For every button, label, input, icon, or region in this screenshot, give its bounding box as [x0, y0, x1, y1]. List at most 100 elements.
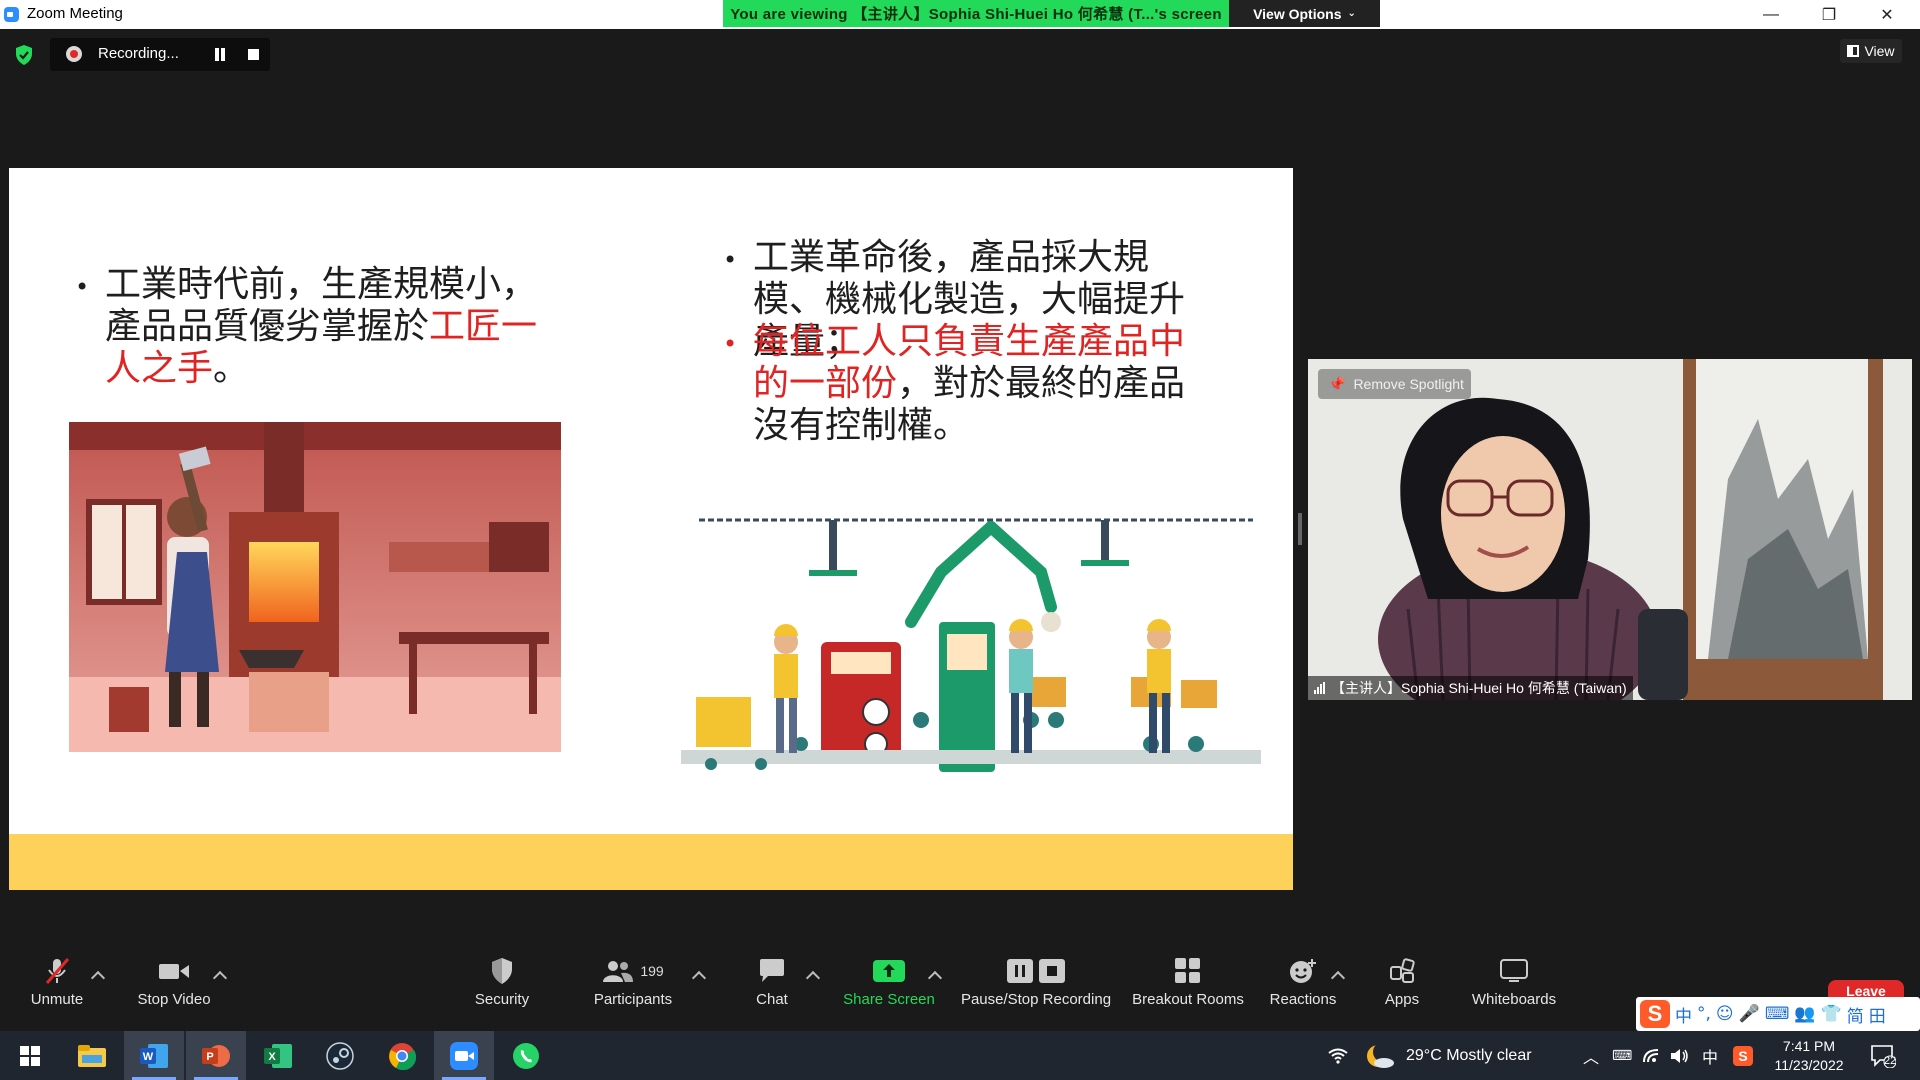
input-language-indicator[interactable]: 中: [1702, 1031, 1718, 1080]
participants-count: 199: [640, 963, 664, 979]
moon-weather-icon: [1367, 1041, 1394, 1068]
participant-name: 【主讲人】Sophia Shi-Huei Ho 何希慧 (Taiwan): [1331, 680, 1627, 696]
breakout-rooms-label: Breakout Rooms: [1132, 991, 1244, 1008]
keyboard-layout-icon[interactable]: ⌨: [1612, 1031, 1632, 1080]
weather-text: 29°C Mostly clear: [1406, 1046, 1532, 1064]
notifications-count: 22: [1884, 1055, 1897, 1067]
file-explorer-icon[interactable]: [62, 1031, 122, 1080]
whatsapp-app-icon[interactable]: [496, 1031, 556, 1080]
craftsman-workshop-illustration: [69, 422, 561, 752]
wifi-icon[interactable]: [1328, 1031, 1348, 1080]
windows-start-icon[interactable]: [0, 1031, 60, 1080]
ime-user-icon[interactable]: 👥: [1794, 1004, 1815, 1024]
chat-button[interactable]: Chat: [742, 951, 802, 1031]
recording-indicator: Recording...: [50, 38, 270, 71]
stop-recording-icon[interactable]: [248, 49, 259, 60]
sogou-tray-icon[interactable]: S: [1733, 1031, 1753, 1080]
recording-label: Recording...: [98, 45, 179, 62]
unmute-button[interactable]: Unmute: [20, 951, 94, 1031]
pause-stop-recording-button[interactable]: Pause/Stop Recording: [958, 951, 1114, 1031]
stop-video-button[interactable]: Stop Video: [132, 951, 216, 1031]
chat-options-caret-icon[interactable]: [805, 970, 821, 986]
powerpoint-app-icon[interactable]: P: [186, 1031, 246, 1080]
zoom-taskbar-icon[interactable]: [434, 1031, 494, 1080]
ime-toolbox-icon[interactable]: 田: [1869, 1002, 1886, 1027]
restore-icon[interactable]: ❐: [1806, 0, 1852, 29]
encryption-shield-icon[interactable]: [15, 45, 33, 65]
share-screen-button[interactable]: Share Screen: [839, 951, 939, 1031]
excel-app-icon[interactable]: X: [248, 1031, 308, 1080]
pause-recording-icon[interactable]: [214, 48, 226, 61]
breakout-rooms-icon: [1175, 951, 1201, 991]
ime-punctuation[interactable]: °,: [1697, 1004, 1711, 1024]
pause-stop-recording-label: Pause/Stop Recording: [960, 991, 1112, 1008]
panel-resize-handle[interactable]: [1298, 513, 1302, 545]
zoom-app-icon: [4, 7, 19, 22]
whiteboards-button[interactable]: Whiteboards: [1466, 951, 1562, 1031]
reactions-label: Reactions: [1269, 991, 1337, 1008]
bullet-point: •: [75, 273, 90, 301]
layout-icon: [1847, 45, 1860, 57]
view-options-button[interactable]: View Options ⌄: [1229, 0, 1380, 27]
network-icon[interactable]: [1642, 1031, 1660, 1080]
security-button[interactable]: Security: [462, 951, 542, 1031]
security-shield-icon: [490, 951, 514, 991]
participant-name-tag: 【主讲人】Sophia Shi-Huei Ho 何希慧 (Taiwan): [1308, 676, 1633, 700]
ime-toolbar: S 中 °, ☺ 🎤 ⌨ 👥 👕 简 田: [1636, 997, 1920, 1031]
bullet-point: •: [723, 246, 738, 274]
reactions-smiley-icon: [1288, 951, 1318, 991]
breakout-rooms-button[interactable]: Breakout Rooms: [1128, 951, 1248, 1031]
pin-icon: 📌: [1328, 375, 1346, 392]
ime-simplified-mode[interactable]: 简: [1847, 1002, 1864, 1027]
muted-mic-icon: [42, 951, 72, 991]
window-title: Zoom Meeting: [27, 5, 123, 22]
steam-app-icon[interactable]: [310, 1031, 370, 1080]
pause-stop-icon: [1007, 951, 1065, 991]
remove-spotlight-button[interactable]: 📌 Remove Spotlight: [1318, 369, 1471, 399]
notifications-icon[interactable]: 22: [1870, 1031, 1896, 1080]
bullet-1-tail: 。: [213, 348, 250, 389]
chrome-app-icon[interactable]: [372, 1031, 432, 1080]
show-hidden-icons-chevron-icon[interactable]: ︿: [1583, 1031, 1599, 1080]
view-label: View: [1864, 43, 1895, 59]
clock-time: 7:41 PM: [1782, 1037, 1836, 1054]
ime-chinese-mode[interactable]: 中: [1675, 1002, 1692, 1027]
participants-options-caret-icon[interactable]: [691, 970, 707, 986]
recording-dot-icon: [66, 46, 82, 62]
ime-skin-icon[interactable]: 👕: [1821, 1004, 1842, 1024]
close-icon[interactable]: ✕: [1864, 0, 1910, 29]
system-clock[interactable]: 7:41 PM 11/23/2022: [1766, 1031, 1852, 1080]
svg-text:P: P: [206, 1051, 213, 1063]
weather-widget[interactable]: 29°C Mostly clear: [1366, 1031, 1532, 1080]
meeting-toolbar: Unmute Stop Video Security 199 Participa…: [0, 951, 1920, 1031]
security-label: Security: [474, 991, 530, 1008]
whiteboards-label: Whiteboards: [1471, 991, 1557, 1008]
participants-icon: 199: [602, 951, 664, 991]
chat-label: Chat: [756, 991, 788, 1008]
minimize-icon[interactable]: —: [1748, 0, 1794, 29]
signal-strength-icon: [1314, 682, 1325, 694]
view-options-label: View Options: [1253, 5, 1342, 22]
ime-keyboard-icon[interactable]: ⌨: [1765, 1004, 1790, 1024]
participants-label: Participants: [593, 991, 673, 1008]
apps-button[interactable]: Apps: [1372, 951, 1432, 1031]
ime-emoji-icon[interactable]: ☺: [1716, 1004, 1734, 1024]
spotlight-video[interactable]: 📌 Remove Spotlight 【主讲人】Sophia Shi-Huei …: [1308, 359, 1912, 700]
chevron-down-icon: ⌄: [1347, 8, 1356, 19]
apps-icon: [1389, 951, 1415, 991]
ime-voice-icon[interactable]: 🎤: [1739, 1004, 1760, 1024]
chat-bubble-icon: [758, 951, 786, 991]
assembly-line-illustration: [681, 518, 1261, 772]
reactions-button[interactable]: Reactions: [1263, 951, 1343, 1031]
video-camera-icon: [158, 951, 190, 991]
view-layout-button[interactable]: View: [1840, 39, 1902, 63]
unmute-label: Unmute: [30, 991, 84, 1008]
participants-button[interactable]: 199 Participants: [588, 951, 678, 1031]
bullet-point: •: [723, 330, 738, 358]
viewing-banner: You are viewing 【主讲人】Sophia Shi-Huei Ho …: [723, 0, 1229, 27]
volume-icon[interactable]: [1670, 1031, 1690, 1080]
stop-video-label: Stop Video: [137, 991, 211, 1008]
svg-text:W: W: [143, 1051, 154, 1063]
word-app-icon[interactable]: W: [124, 1031, 184, 1080]
sogou-ime-logo[interactable]: S: [1640, 1000, 1670, 1028]
